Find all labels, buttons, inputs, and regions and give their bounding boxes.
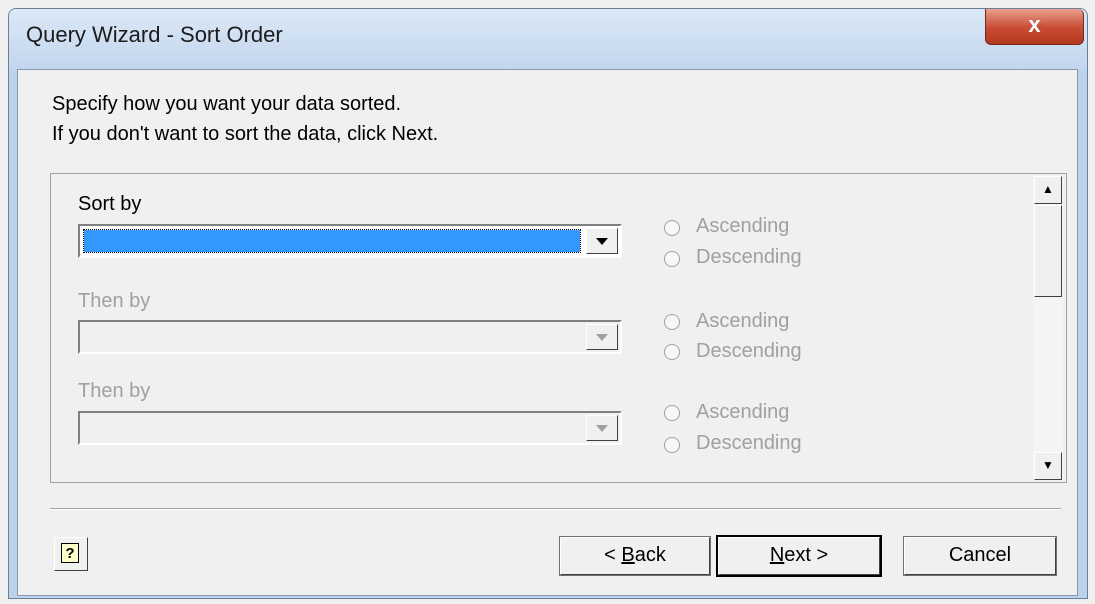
sort-by-label: Sort by [78, 193, 142, 215]
window-title: Query Wizard - Sort Order [26, 22, 283, 47]
then-by-1-combobox[interactable] [78, 320, 622, 354]
then-by-1-ascending-label: Ascending [696, 310, 790, 332]
then-by-1-label: Then by [78, 290, 151, 312]
then-by-2-dropdown-button[interactable] [586, 415, 618, 441]
next-button[interactable]: Next > [716, 535, 882, 577]
instruction-line-2: If you don't want to sort the data, clic… [52, 123, 439, 145]
footer-divider [50, 508, 1061, 510]
cancel-button[interactable]: Cancel [903, 536, 1057, 576]
back-button-label: ack [634, 544, 666, 566]
then-by-2-ascending-label: Ascending [696, 401, 790, 423]
then-by-2-combobox[interactable] [78, 411, 622, 445]
sort-by-descending-radio[interactable] [664, 251, 680, 267]
sort-by-ascending-label: Ascending [696, 215, 790, 237]
scrollbar-thumb[interactable] [1034, 205, 1062, 297]
sort-by-dropdown-button[interactable] [586, 228, 618, 254]
scroll-down-button[interactable]: ▼ [1034, 452, 1062, 480]
chevron-down-icon [596, 334, 608, 341]
back-button-accesskey: B [621, 544, 635, 566]
close-button[interactable]: x [985, 9, 1084, 45]
then-by-1-ascending-radio[interactable] [664, 314, 680, 330]
close-icon: x [1028, 12, 1041, 37]
then-by-2-label: Then by [78, 380, 151, 402]
sort-by-selection [83, 229, 581, 253]
next-button-accesskey: N [769, 544, 785, 566]
then-by-1-dropdown-button[interactable] [586, 324, 618, 350]
sort-by-combobox[interactable] [78, 224, 622, 258]
then-by-2-descending-radio[interactable] [664, 437, 680, 453]
help-icon: ? [61, 543, 79, 563]
chevron-down-icon [596, 238, 608, 245]
sort-by-ascending-radio[interactable] [664, 220, 680, 236]
then-by-2-ascending-radio[interactable] [664, 405, 680, 421]
sort-by-descending-label: Descending [696, 246, 802, 268]
back-button-prefix: < [604, 544, 622, 566]
next-button-label: ext > [784, 544, 829, 566]
instruction-line-1: Specify how you want your data sorted. [52, 93, 402, 115]
scroll-up-button[interactable]: ▲ [1034, 176, 1062, 204]
help-button[interactable]: ? [54, 537, 88, 571]
then-by-2-descending-label: Descending [696, 432, 802, 454]
then-by-1-descending-label: Descending [696, 340, 802, 362]
chevron-down-icon [596, 425, 608, 432]
back-button[interactable]: < Back [559, 536, 711, 576]
then-by-1-descending-radio[interactable] [664, 344, 680, 360]
